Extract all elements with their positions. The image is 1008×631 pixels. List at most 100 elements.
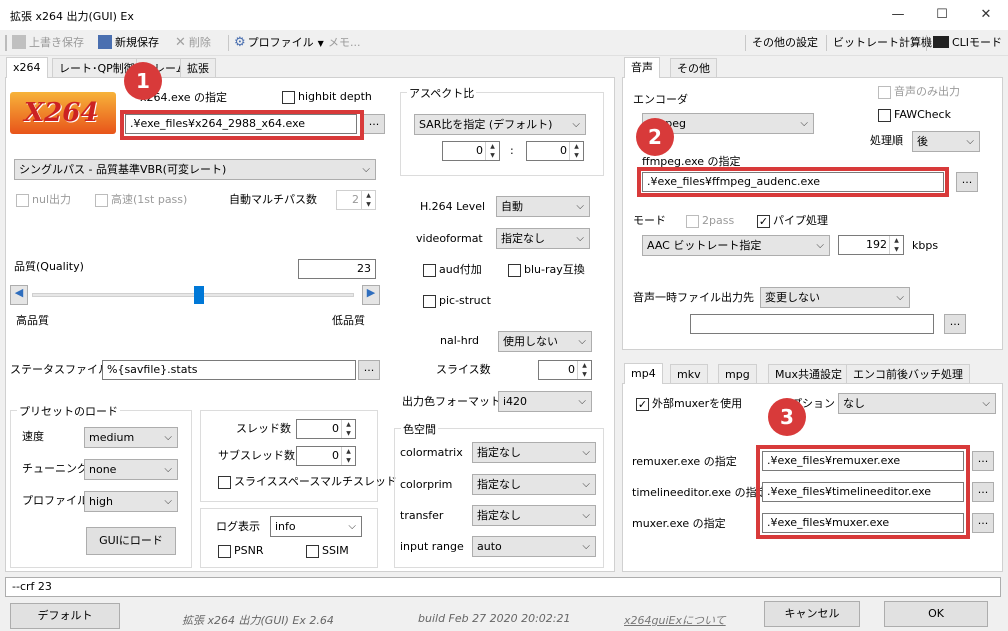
status-file-input[interactable]: %{savfile}.stats [102,360,356,380]
spinner-arrows-icon: ▲ ▼ [341,420,355,438]
tab-extended[interactable]: 拡張 [180,58,216,78]
audio-only-checkbox[interactable] [878,86,891,99]
highbit-depth-label: highbit depth [298,90,372,103]
callout-badge-1: 1 [124,62,162,100]
colormatrix-select[interactable]: 指定なし ⌵ [472,442,596,463]
preset-group-title: プリセットのロード [17,403,120,419]
delete-button[interactable]: ✕ 削除 [175,34,211,52]
tab-mux-common[interactable]: Mux共通設定 [768,364,849,384]
audio-temp-browse-button[interactable]: ... [944,314,966,334]
aud-checkbox[interactable] [423,264,436,277]
quality-decrease-button[interactable]: ◀ [10,285,28,305]
pic-struct-checkbox[interactable] [423,295,436,308]
audio-temp-select[interactable]: 変更しない ⌵ [760,287,910,308]
spinner-arrows-icon: ▲ ▼ [889,236,903,254]
psnr-checkbox[interactable] [218,545,231,558]
other-settings-button[interactable]: その他の設定 [752,34,818,52]
twopass-checkbox[interactable] [686,215,699,228]
load-to-gui-button[interactable]: GUIにロード [86,527,176,555]
nul-output-checkbox[interactable] [16,194,29,207]
output-color-format-select[interactable]: i420 ⌵ [498,391,592,412]
videoformat-select[interactable]: 指定なし ⌵ [496,228,590,249]
quality-input[interactable]: 23 [298,259,376,279]
chevron-down-icon: ⌵ [576,233,584,244]
audio-mode-select[interactable]: AAC ビットレート指定 ⌵ [642,235,830,256]
tab-mpg[interactable]: mpg [718,364,757,384]
tab-mkv[interactable]: mkv [670,364,708,384]
tab-other[interactable]: その他 [670,58,717,78]
transfer-select[interactable]: 指定なし ⌵ [472,505,596,526]
tab-audio[interactable]: 音声 [624,57,660,78]
tuning-select[interactable]: none ⌵ [84,459,178,480]
h264-level-select[interactable]: 自動 ⌵ [496,196,590,217]
pipe-checkbox[interactable]: ✓ [757,215,770,228]
ssim-checkbox[interactable] [306,545,319,558]
quality-slider-track[interactable] [32,293,354,297]
status-file-browse-button[interactable]: ... [358,360,380,380]
remuxer-exe-label: remuxer.exe の指定 [632,455,737,468]
ffmpeg-exe-browse-button[interactable]: ... [956,172,978,192]
colormatrix-label: colormatrix [400,446,463,459]
tab-mp4[interactable]: mp4 [624,363,663,384]
quality-slider-thumb[interactable] [194,286,205,304]
bluray-checkbox[interactable] [508,264,521,277]
minimize-button[interactable]: — [876,0,920,30]
quality-increase-button[interactable]: ▶ [362,285,380,305]
bitrate-calculator-button[interactable]: ビットレート計算機 [833,34,932,52]
aspect-x-spinner[interactable]: 0 ▲ ▼ [442,141,500,161]
cli-mode-button[interactable]: CLIモード [933,34,1002,52]
x264-exe-browse-button[interactable]: ... [363,114,385,134]
ok-button[interactable]: OK [884,601,988,627]
about-link[interactable]: x264guiExについて [624,612,726,628]
spinner-arrows-icon: ▲ ▼ [569,142,583,160]
cancel-button[interactable]: キャンセル [764,601,860,627]
threads-spinner[interactable]: 0 ▲ ▼ [296,419,356,439]
chevron-down-icon: ⌵ [582,541,590,552]
remuxer-exe-browse-button[interactable]: ... [972,451,994,471]
tab-x264[interactable]: x264 [6,57,48,78]
build-info-text: build Feb 27 2020 20:02:21 [418,612,571,625]
log-level-select[interactable]: info ⌵ [270,516,362,537]
quality-label: 品質(Quality) [14,260,84,273]
tab-batch[interactable]: エンコ前後バッチ処理 [846,364,970,384]
new-save-button[interactable]: 新規保存 [98,34,159,52]
maximize-button[interactable]: ☐ [920,0,964,30]
audio-bitrate-spinner[interactable]: 192 ▲ ▼ [838,235,904,255]
nal-hrd-select[interactable]: 使用しない ⌵ [498,331,592,352]
close-button[interactable]: ✕ [964,0,1008,30]
fawcheck-checkbox[interactable] [878,109,891,122]
profile-select[interactable]: high ⌵ [84,491,178,512]
profile-menu-button[interactable]: ⚙ プロファイル ▼ [234,34,324,52]
twopass-label: 2pass [702,214,735,227]
colorprim-select[interactable]: 指定なし ⌵ [472,474,596,495]
aspect-mode-select[interactable]: SAR比を指定 (デフォルト) ⌵ [414,114,586,135]
ssim-label: SSIM [322,544,349,557]
memo-button[interactable]: メモ... [328,34,361,52]
videoformat-label: videoformat [416,232,483,245]
process-order-select[interactable]: 後 ⌵ [912,131,980,152]
speed-select[interactable]: medium ⌵ [84,427,178,448]
subthreads-spinner[interactable]: 0 ▲ ▼ [296,446,356,466]
input-range-select[interactable]: auto ⌵ [472,536,596,557]
fast-first-pass-checkbox[interactable] [95,194,108,207]
aud-label: aud付加 [439,263,482,276]
highlight-box-mux-exes [756,445,970,539]
aspect-colon: : [510,144,514,157]
x264-logo: X264 [10,92,116,134]
auto-multipass-spinner[interactable]: 2 ▲ ▼ [336,190,376,210]
highbit-depth-checkbox[interactable] [282,91,295,104]
slice-space-multithread-checkbox[interactable] [218,476,231,489]
default-button[interactable]: デフォルト [10,603,120,629]
highlight-box-ffmpeg-exe [637,167,949,197]
mux-option-select[interactable]: なし ⌵ [838,393,996,414]
encode-mode-select[interactable]: シングルパス - 品質基準VBR(可変レート) ⌵ [14,159,376,180]
spinner-arrows-icon: ▲ ▼ [577,361,591,379]
external-muxer-checkbox[interactable]: ✓ [636,398,649,411]
timelineeditor-exe-browse-button[interactable]: ... [972,482,994,502]
muxer-exe-browse-button[interactable]: ... [972,513,994,533]
overwrite-save-button[interactable]: 上書き保存 [12,34,84,52]
external-muxer-label: 外部muxerを使用 [652,397,743,410]
slices-spinner[interactable]: 0 ▲ ▼ [538,360,592,380]
audio-temp-path-input[interactable] [690,314,934,334]
aspect-y-spinner[interactable]: 0 ▲ ▼ [526,141,584,161]
